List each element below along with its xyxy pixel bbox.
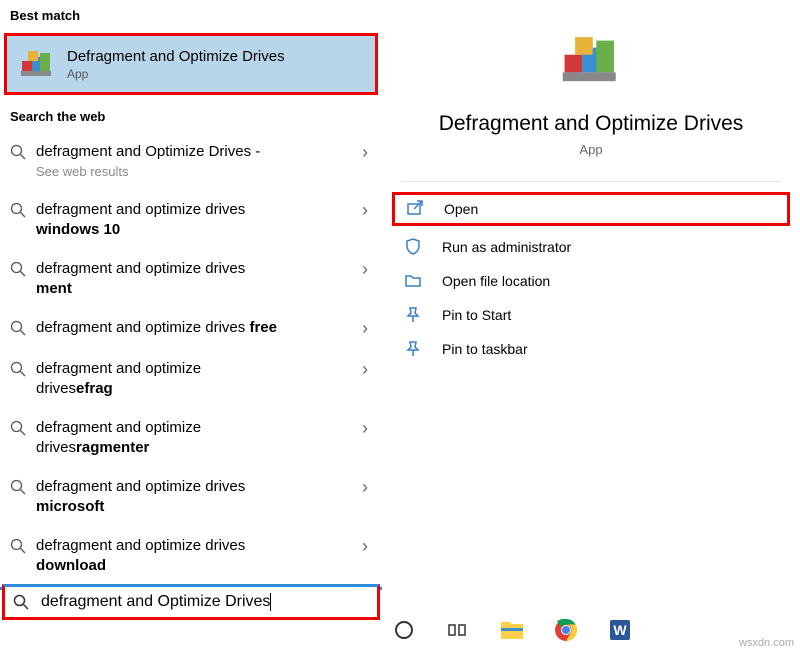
web-result-4[interactable]: defragment and optimizedrivesefrag› [0, 349, 382, 408]
action-label: Pin to taskbar [442, 341, 528, 357]
chevron-right-icon: › [362, 318, 368, 339]
search-input[interactable]: defragment and Optimize Drives [41, 593, 369, 611]
search-icon [10, 320, 30, 336]
action-pin-taskbar[interactable]: Pin to taskbar [390, 332, 792, 366]
pin-icon [404, 340, 428, 358]
web-result-6[interactable]: defragment and optimize drivesmicrosoft› [0, 467, 382, 526]
search-box[interactable]: defragment and Optimize Drives [2, 584, 380, 620]
action-label: Pin to Start [442, 307, 511, 323]
chevron-right-icon: › [362, 536, 368, 557]
taskbar: W [382, 607, 800, 653]
action-pin-start[interactable]: Pin to Start [390, 298, 792, 332]
chevron-right-icon: › [362, 259, 368, 280]
shield-icon [404, 238, 428, 256]
svg-text:W: W [613, 622, 627, 638]
chevron-right-icon: › [362, 200, 368, 221]
chevron-right-icon: › [362, 359, 368, 380]
detail-panel: Defragment and Optimize Drives App Open R… [382, 0, 800, 620]
chrome-icon[interactable] [552, 616, 580, 644]
chevron-right-icon: › [362, 477, 368, 498]
watermark: wsxdn.com [739, 637, 794, 649]
chevron-right-icon: › [362, 142, 368, 163]
web-result-7[interactable]: defragment and optimize drivesdownload› [0, 526, 382, 585]
best-match-item[interactable]: Defragment and Optimize Drives App [4, 33, 378, 95]
action-label: Open [444, 201, 478, 217]
web-result-0[interactable]: defragment and Optimize Drives -See web … [0, 132, 382, 190]
search-icon [13, 594, 35, 610]
search-icon [10, 202, 30, 218]
best-match-subtitle: App [67, 67, 363, 81]
action-label: Run as administrator [442, 239, 571, 255]
web-result-1[interactable]: defragment and optimize driveswindows 10… [0, 190, 382, 249]
open-icon [406, 200, 430, 218]
chevron-right-icon: › [362, 418, 368, 439]
task-view-icon[interactable] [444, 616, 472, 644]
action-file-loc[interactable]: Open file location [390, 264, 792, 298]
word-icon[interactable]: W [606, 616, 634, 644]
web-result-2[interactable]: defragment and optimize drivesment› [0, 249, 382, 308]
detail-subtitle: App [402, 142, 780, 157]
web-result-5[interactable]: defragment and optimizedrivesragmenter› [0, 408, 382, 467]
search-icon [10, 479, 30, 495]
search-icon [10, 538, 30, 554]
search-icon [10, 261, 30, 277]
action-run-admin[interactable]: Run as administrator [390, 230, 792, 264]
defrag-large-icon [559, 28, 623, 92]
best-match-title: Defragment and Optimize Drives [67, 48, 363, 65]
action-label: Open file location [442, 273, 550, 289]
detail-title: Defragment and Optimize Drives [402, 112, 780, 136]
best-match-header: Best match [0, 0, 382, 31]
web-result-3[interactable]: defragment and optimize drives free› [0, 308, 382, 349]
search-icon [10, 420, 30, 436]
cortana-icon[interactable] [390, 616, 418, 644]
file-explorer-icon[interactable] [498, 616, 526, 644]
search-icon [10, 144, 30, 160]
search-results-panel: Best match Defragment and Optimize Drive… [0, 0, 382, 620]
folder-icon [404, 272, 428, 290]
search-icon [10, 361, 30, 377]
pin-icon [404, 306, 428, 324]
action-open[interactable]: Open [392, 192, 790, 226]
defrag-app-icon [19, 46, 55, 82]
web-header: Search the web [0, 101, 382, 132]
divider [402, 181, 780, 182]
